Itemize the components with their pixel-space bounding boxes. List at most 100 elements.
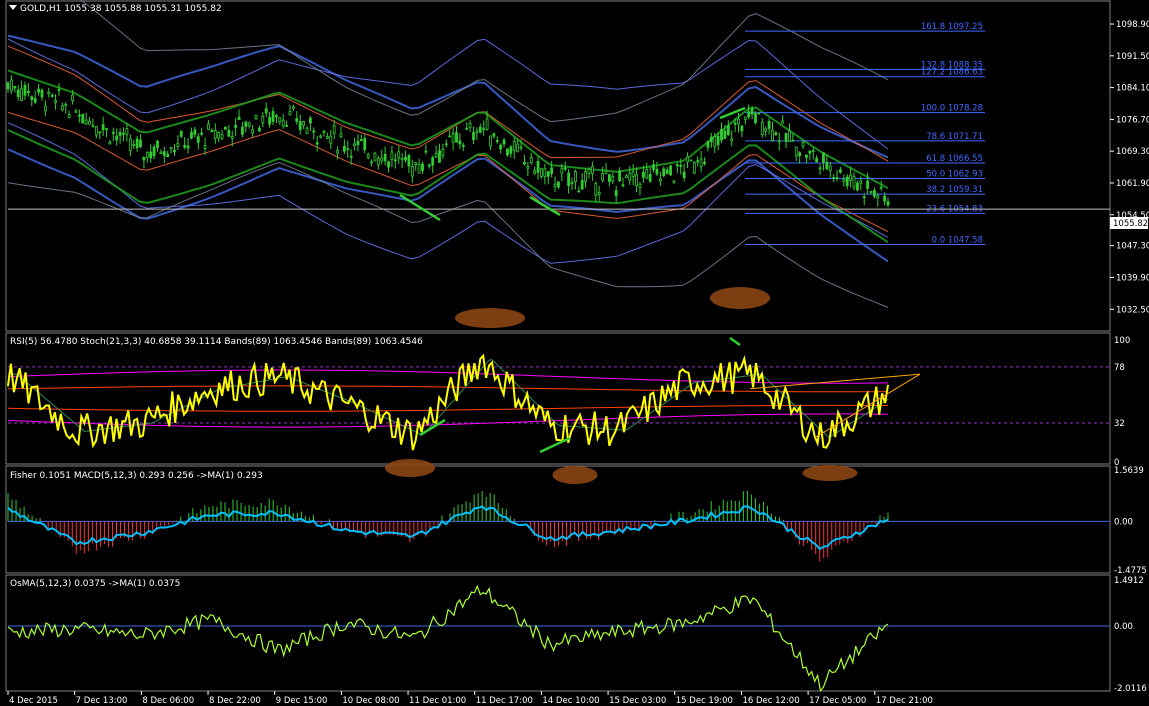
osma-indicator <box>7 584 1110 693</box>
candle-body <box>162 151 166 156</box>
macd-axis: 1.5639 0.00 -1.4775 <box>1114 466 1147 576</box>
chart-menu-triangle-icon[interactable] <box>9 5 17 10</box>
candle-body <box>105 128 108 131</box>
candle-body <box>186 145 190 149</box>
candle-body <box>879 186 883 189</box>
rsi-tick-label: 78 <box>1114 363 1125 373</box>
candle-body <box>400 158 404 161</box>
candle-body <box>132 144 136 146</box>
candle-body <box>295 118 299 122</box>
candle-body <box>47 91 51 95</box>
candle-body <box>308 117 312 124</box>
candle-body <box>771 129 774 141</box>
candle-body <box>67 113 71 118</box>
candle-body <box>580 180 584 190</box>
price-tick-label: 1069.30 <box>1116 147 1149 157</box>
candle-body <box>754 113 757 124</box>
candle-body <box>247 122 251 127</box>
time-tick-label: 7 Dec 13:00 <box>76 696 128 706</box>
candle-body <box>645 169 649 179</box>
candle-body <box>125 128 129 135</box>
macd-header: Fisher 0.1051 MACD(5,12,3) 0.293 0.256 -… <box>10 471 263 481</box>
candle-body <box>774 132 778 135</box>
fib-label: 161.8 1097.25 <box>921 22 983 32</box>
candle-body <box>438 150 441 163</box>
candle-body <box>135 138 139 149</box>
candle-body <box>200 132 204 135</box>
candle-body <box>71 94 74 101</box>
candle-body <box>179 130 183 137</box>
candle-body <box>550 167 554 174</box>
candle-body <box>302 121 305 126</box>
price-tick-label: 1061.90 <box>1116 179 1149 189</box>
candle-body <box>485 118 489 130</box>
candle-body <box>852 175 856 188</box>
candle-body <box>152 146 156 157</box>
candle-body <box>13 85 17 89</box>
candle-body <box>404 156 407 161</box>
time-tick-label: 9 Dec 15:00 <box>276 696 328 706</box>
candle-body <box>472 132 475 140</box>
candle-body <box>886 201 890 206</box>
signal-arrow <box>729 336 741 347</box>
candle-body <box>703 161 706 165</box>
candle-body <box>577 190 581 193</box>
candle-body <box>822 152 825 163</box>
candle-body <box>111 132 115 134</box>
candle-body <box>370 161 373 164</box>
osma-header: OsMA(5,12,3) 0.0375 ->MA(1) 0.0375 <box>10 579 180 589</box>
candle-body <box>675 164 679 167</box>
candle-body <box>665 169 669 174</box>
candle-body <box>57 89 61 91</box>
candle-body <box>122 132 125 135</box>
rsi-indicator <box>7 353 1110 451</box>
time-axis: 4 Dec 2015 7 Dec 13:00 8 Dec 06:00 8 Dec 22… <box>7 691 933 706</box>
candle-body <box>390 151 394 160</box>
candle-body <box>818 167 822 170</box>
band-line <box>7 161 889 308</box>
candle-body <box>190 132 193 139</box>
candle-body <box>873 190 876 197</box>
candle-body <box>601 172 604 181</box>
candle-body <box>254 114 258 120</box>
candle-body <box>271 111 275 122</box>
candle-body <box>604 170 608 174</box>
candle-body <box>37 88 40 93</box>
candle-body <box>478 126 482 133</box>
candle-body <box>6 82 10 90</box>
candle-body <box>828 165 832 171</box>
macd-tick-label: -1.4775 <box>1114 566 1147 576</box>
fib-label: 100.0 1078.28 <box>921 104 983 114</box>
time-tick-label: 14 Dec 10:00 <box>542 696 599 706</box>
candle-body <box>591 166 594 174</box>
time-tick-label: 8 Dec 22:00 <box>209 696 261 706</box>
candle-body <box>764 128 768 132</box>
candle-body <box>421 163 424 171</box>
fib-label: 61.8 1066.55 <box>926 154 983 164</box>
candle-body <box>842 178 846 182</box>
candle-body <box>706 141 710 148</box>
candle-body <box>30 96 34 100</box>
candle-body <box>509 146 513 154</box>
candle-body <box>655 168 659 175</box>
candle-body <box>33 98 37 103</box>
candle-body <box>417 163 421 174</box>
candle-body <box>523 161 526 165</box>
candle-body <box>618 170 621 182</box>
candle-body <box>292 106 295 109</box>
candle-body <box>839 169 842 173</box>
annotation-mark <box>455 308 525 328</box>
candle-body <box>526 166 530 169</box>
candle-body <box>196 136 200 143</box>
candle-body <box>709 136 713 143</box>
candle-body <box>407 155 411 167</box>
price-axis: 1098.90 1091.50 1084.10 1076.70 1069.30 1061.… <box>1110 20 1149 315</box>
candle-body <box>512 140 516 151</box>
candle-body <box>631 171 635 178</box>
candle-body <box>156 140 159 148</box>
osma-tick-label: 0.00 <box>1114 622 1133 632</box>
candle-body <box>597 192 601 195</box>
rsi-band <box>7 369 889 384</box>
candle-body <box>108 142 112 145</box>
candle-body <box>784 132 788 142</box>
